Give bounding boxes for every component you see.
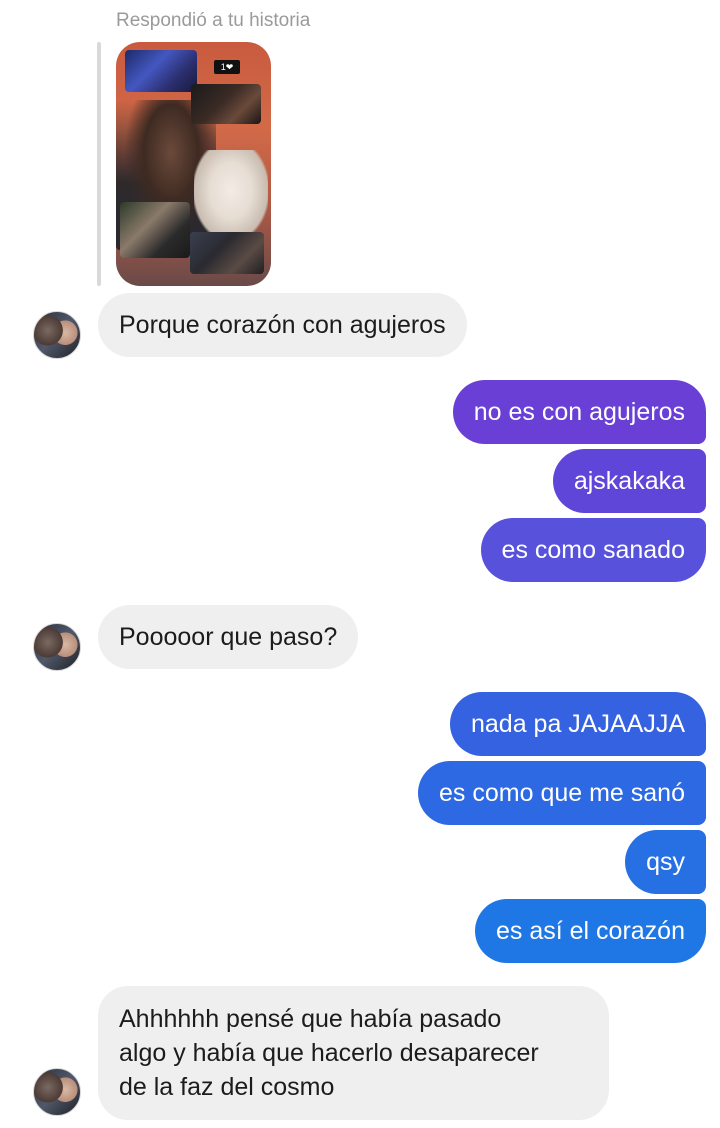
story-photo-collage-2 (191, 84, 261, 124)
story-reply-rule (97, 42, 101, 286)
message-text: es como sanado (501, 536, 685, 564)
heart-sticker: 1❤ (214, 60, 240, 74)
message-text: es como que me sanó (439, 779, 685, 807)
story-photo-collage-1 (125, 50, 197, 92)
message-incoming[interactable]: Porque corazón con agujeros (98, 293, 467, 357)
contact-avatar[interactable] (33, 623, 81, 671)
message-outgoing[interactable]: es como sanado (480, 518, 706, 582)
message-outgoing[interactable]: qsy (625, 830, 706, 894)
message-outgoing[interactable]: no es con agujeros (452, 380, 706, 444)
story-reply-label: Respondió a tu historia (116, 10, 311, 31)
message-text: Pooooor que paso? (119, 623, 338, 651)
story-photo-collage-4 (190, 232, 264, 274)
message-text: es así el corazón (496, 917, 685, 945)
message-text: ajskakaka (573, 467, 685, 495)
message-incoming[interactable]: Pooooor que paso? (98, 605, 359, 669)
message-text: nada pa JAJAAJJA (470, 710, 685, 738)
message-text: no es con agujeros (473, 398, 685, 426)
message-incoming[interactable]: Ahhhhhh pensé que había pasado algo y ha… (98, 986, 609, 1120)
contact-avatar[interactable] (33, 1068, 81, 1116)
message-outgoing[interactable]: es así el corazón (475, 899, 706, 963)
story-photo-dog (194, 150, 268, 240)
message-line: Ahhhhhh pensé que había pasado (119, 1005, 502, 1033)
message-text: Porque corazón con agujeros (119, 311, 446, 339)
story-thumbnail[interactable]: 1❤ (116, 42, 271, 286)
message-outgoing[interactable]: ajskakaka (552, 449, 706, 513)
message-outgoing[interactable]: es como que me sanó (418, 761, 706, 825)
chat-screen: Respondió a tu historia 1❤ Porque corazó… (0, 0, 720, 1128)
story-photo-collage-3 (120, 202, 190, 258)
message-line: algo y había que hacerlo desaparecer (119, 1039, 539, 1067)
message-line: de la faz del cosmo (119, 1073, 335, 1101)
contact-avatar[interactable] (33, 311, 81, 359)
message-text: qsy (646, 848, 685, 876)
message-outgoing[interactable]: nada pa JAJAAJJA (449, 692, 706, 756)
